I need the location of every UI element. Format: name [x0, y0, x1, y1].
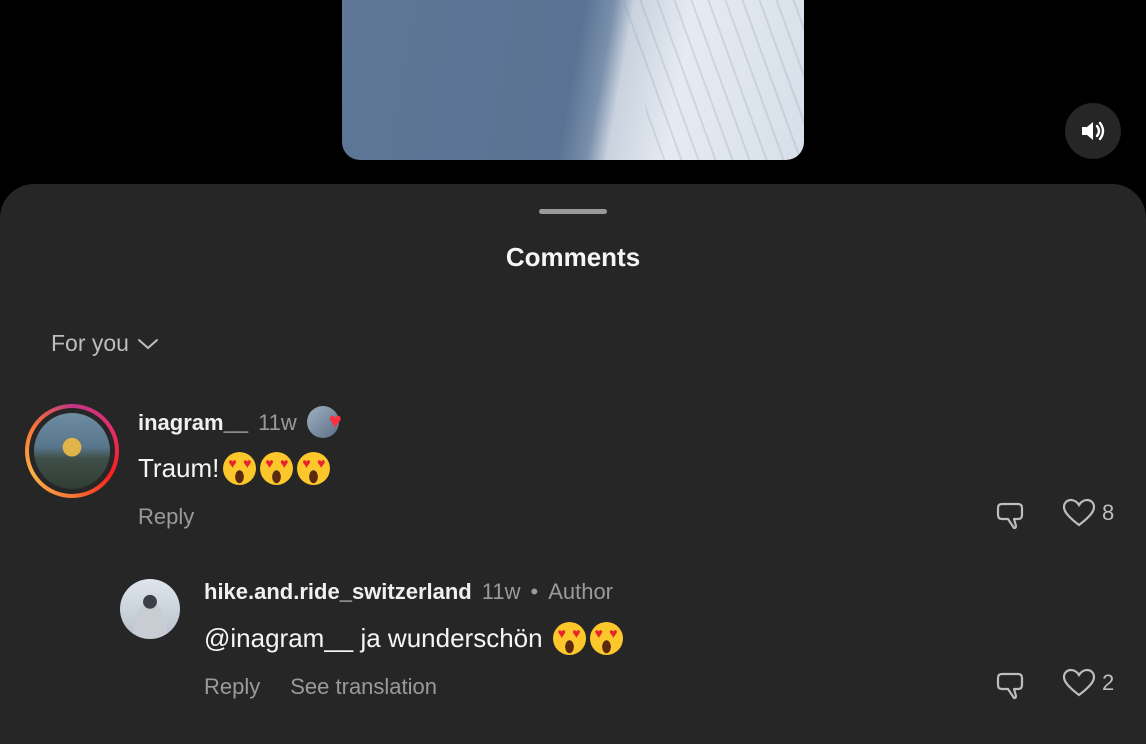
thumbs-down-icon — [996, 502, 1024, 530]
comment-time: 11w — [481, 579, 521, 604]
heart-eyes-emoji-icon — [297, 452, 331, 485]
thumbs-down-icon — [996, 672, 1024, 700]
sound-toggle-button[interactable] — [1065, 103, 1121, 159]
heart-eyes-emoji-icon — [260, 452, 294, 485]
like-count: 8 — [1102, 500, 1115, 525]
comment-text: @inagram__ ja wunderschön — [204, 622, 623, 655]
heart-outline-icon — [1062, 498, 1096, 527]
heart-outline-icon — [1062, 668, 1096, 697]
sheet-title: Comments — [505, 242, 641, 272]
comment-actions: Reply See translation — [204, 674, 437, 700]
heart-eyes-emoji-icon — [552, 622, 586, 655]
comment-username[interactable]: hike.and.ride_switzerland — [204, 579, 472, 605]
drag-handle[interactable] — [539, 209, 607, 214]
dislike-button[interactable] — [996, 498, 1028, 530]
see-translation-button[interactable]: See translation — [290, 674, 437, 700]
reply-button[interactable]: Reply — [204, 674, 260, 700]
sort-label: For you — [51, 330, 129, 356]
comment-text: Traum! — [138, 452, 331, 485]
like-button[interactable]: 2 — [1062, 668, 1114, 698]
like-button[interactable]: 8 — [1062, 498, 1114, 528]
comment-username[interactable]: inagram__ — [138, 410, 248, 436]
comment-body: @inagram__ ja wunderschön — [204, 623, 543, 653]
author-badge: Author — [548, 579, 614, 604]
heart-eyes-emoji-icon — [223, 452, 257, 485]
separator-dot: • — [530, 579, 539, 604]
reply-button[interactable]: Reply — [138, 504, 194, 530]
like-count: 2 — [1102, 670, 1115, 695]
speaker-icon — [1082, 121, 1105, 141]
avatar[interactable] — [120, 579, 180, 639]
comment-header: hike.and.ride_switzerland 11w • Author — [204, 579, 613, 605]
liked-by-author-badge: ♥ — [306, 406, 353, 440]
comment-header: inagram__ 11w ♥ — [138, 406, 353, 440]
comment-actions: Reply — [138, 504, 194, 530]
chevron-down-icon — [137, 338, 158, 349]
heart-eyes-emoji-icon — [589, 622, 623, 655]
comment-sort-dropdown[interactable]: For you — [51, 330, 159, 357]
video-preview[interactable] — [342, 0, 804, 160]
comment-body: Traum! — [138, 453, 220, 483]
comment-time: 11w — [258, 410, 297, 435]
heart-filled-icon: ♥ — [328, 408, 342, 433]
avatar — [34, 413, 110, 489]
comments-sheet: Comments For you inagram__ 11w ♥ Traum! … — [0, 184, 1146, 744]
dislike-button[interactable] — [996, 668, 1028, 700]
avatar-story-ring[interactable] — [25, 404, 119, 498]
